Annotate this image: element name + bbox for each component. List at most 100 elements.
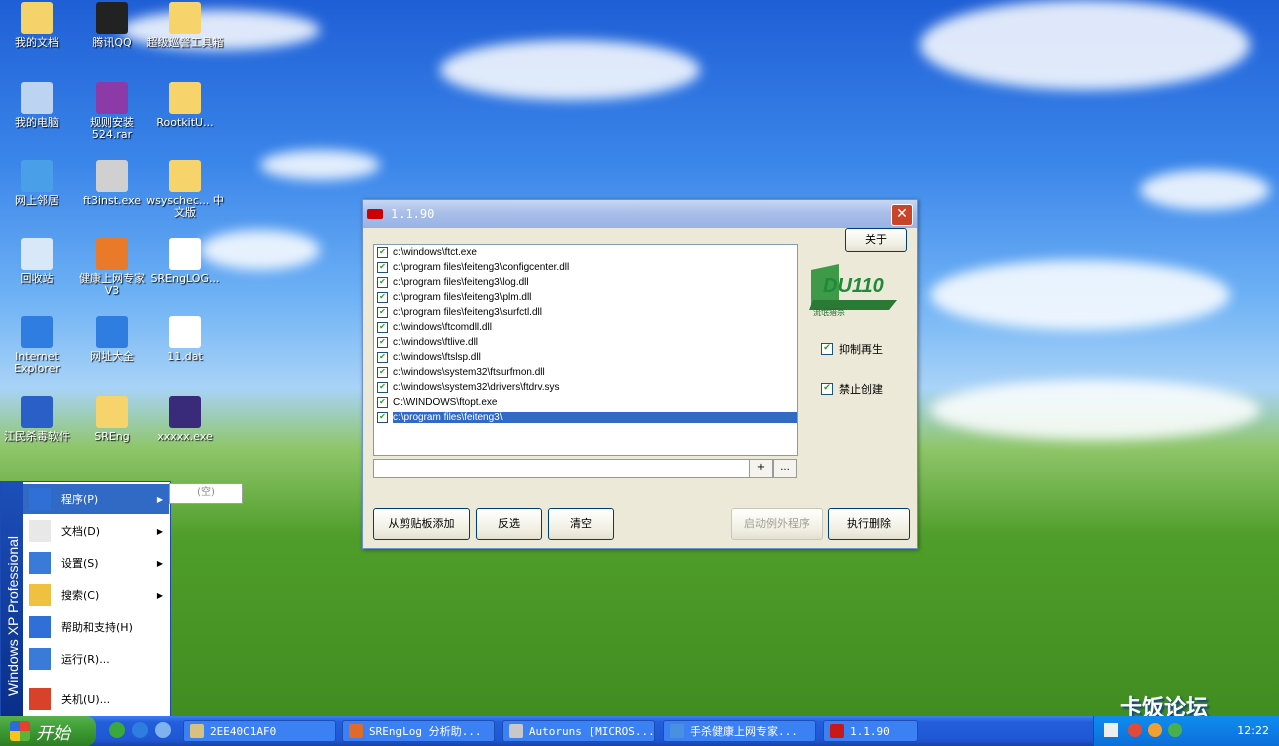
start-menu-item[interactable]: 运行(R)... <box>23 644 169 674</box>
desktop-icon[interactable]: 回收站 <box>0 238 77 285</box>
run-icon <box>29 648 51 670</box>
file-list-row[interactable]: ✔ c:\windows\ftcomdll.dll <box>374 320 797 335</box>
tray-app-icon[interactable] <box>1148 723 1162 737</box>
desktop-icon[interactable]: 规则安装524.rar <box>72 82 152 141</box>
taskbar-button-label: 2EE40C1AF0 <box>210 724 277 738</box>
file-list[interactable]: ✔ c:\windows\ftct.exe ✔ c:\program files\fe… <box>373 244 798 456</box>
option-suppress-regen[interactable]: ✔ 抑制再生 <box>821 341 883 357</box>
file-checkbox[interactable]: ✔ <box>377 352 388 363</box>
desktop-icon[interactable]: wsyschec... 中文版 <box>145 160 225 219</box>
documents-icon <box>29 520 51 542</box>
file-checkbox[interactable]: ✔ <box>377 397 388 408</box>
desktop-icon-label: SREng <box>94 430 130 443</box>
start-button[interactable]: 开始 <box>0 716 96 746</box>
forbid-create-checkbox[interactable]: ✔ <box>821 383 833 395</box>
start-menu-item-label: 帮助和支持(H) <box>61 621 133 634</box>
taskbar-button[interactable]: Autoruns [MICROS... <box>502 720 655 742</box>
file-path: c:\windows\ftcomdll.dll <box>393 322 492 333</box>
file-path: c:\windows\ftct.exe <box>393 247 477 258</box>
file-path: C:\WINDOWS\ftopt.exe <box>393 397 498 408</box>
file-checkbox[interactable]: ✔ <box>377 367 388 378</box>
start-exception-button[interactable]: 启动例外程序 <box>731 508 823 540</box>
path-input[interactable] <box>373 459 750 478</box>
file-list-row[interactable]: ✔ c:\program files\feiteng3\log.dll <box>374 275 797 290</box>
file-path: c:\windows\system32\drivers\ftdrv.sys <box>393 382 560 393</box>
desktop-icon[interactable]: 江民杀毒软件 <box>0 396 77 443</box>
ie-icon <box>96 316 128 348</box>
file-checkbox[interactable]: ✔ <box>377 292 388 303</box>
quicklaunch-ie-icon[interactable] <box>132 722 148 738</box>
desktop-icon[interactable]: 11.dat <box>145 316 225 363</box>
start-menu-item-label: 设置(S) <box>61 557 99 570</box>
about-button[interactable]: 关于 <box>845 228 907 252</box>
file-list-row[interactable]: ✔ c:\windows\system32\drivers\ftdrv.sys <box>374 380 797 395</box>
desktop-icon[interactable]: 健康上网专家V3 <box>72 238 152 297</box>
desktop-icon[interactable]: RootkitU... <box>145 82 225 129</box>
desktop-icon[interactable]: xxxxx.exe <box>145 396 225 443</box>
desktop-icon[interactable]: 腾讯QQ <box>72 2 152 49</box>
tray-app-icon[interactable] <box>1168 723 1182 737</box>
file-list-row[interactable]: ✔ c:\windows\ftslsp.dll <box>374 350 797 365</box>
add-from-clipboard-button[interactable]: 从剪贴板添加 <box>373 508 470 540</box>
tray-app-icon[interactable] <box>1128 723 1142 737</box>
file-list-row[interactable]: ✔ C:\WINDOWS\ftopt.exe <box>374 395 797 410</box>
file-list-row[interactable]: ✔ c:\program files\feiteng3\surfctl.dll <box>374 305 797 320</box>
file-list-row[interactable]: ✔ c:\windows\ftct.exe <box>374 245 797 260</box>
desktop-icon[interactable]: Internet Explorer <box>0 316 77 375</box>
keyboard-icon[interactable] <box>1104 723 1118 737</box>
quicklaunch-desktop-icon[interactable] <box>155 722 171 738</box>
ie-icon <box>21 316 53 348</box>
file-list-row[interactable]: ✔ c:\windows\ftlive.dll <box>374 335 797 350</box>
file-list-row[interactable]: ✔ c:\program files\feiteng3\plm.dll <box>374 290 797 305</box>
window-titlebar[interactable]: 1.1.90 <box>363 200 917 228</box>
desktop-icon[interactable]: SREng <box>72 396 152 443</box>
app-icon <box>367 209 383 219</box>
programs-submenu-empty[interactable]: (空) <box>169 483 243 504</box>
desktop-icon[interactable]: 我的文档 <box>0 2 77 49</box>
file-checkbox[interactable]: ✔ <box>377 307 388 318</box>
submenu-arrow-icon: ▶ <box>156 494 163 504</box>
start-menu-item[interactable]: 设置(S) ▶ <box>23 548 169 578</box>
file-checkbox[interactable]: ✔ <box>377 382 388 393</box>
desktop-icon[interactable]: 超级巡警工具箱 <box>145 2 225 49</box>
taskbar-button[interactable]: SREngLog 分析助... <box>342 720 495 742</box>
logo-subtext: 流氓猎杀 <box>813 307 845 316</box>
file-checkbox[interactable]: ✔ <box>377 412 388 423</box>
file-checkbox[interactable]: ✔ <box>377 337 388 348</box>
taskbar-app-icon <box>509 724 523 738</box>
suppress-regen-checkbox[interactable]: ✔ <box>821 343 833 355</box>
browse-button[interactable]: ... <box>773 459 797 478</box>
file-checkbox[interactable]: ✔ <box>377 322 388 333</box>
desktop-icon[interactable]: ft3inst.exe <box>72 160 152 207</box>
desktop-icon-label: SREngLOG... <box>150 272 220 285</box>
add-button[interactable]: + <box>749 459 773 478</box>
start-menu-item[interactable]: 文档(D) ▶ <box>23 516 169 546</box>
start-menu-item[interactable]: 搜索(C) ▶ <box>23 580 169 610</box>
file-list-row[interactable]: ✔ c:\program files\feiteng3\configcenter.… <box>374 260 797 275</box>
file-checkbox[interactable]: ✔ <box>377 247 388 258</box>
file-checkbox[interactable]: ✔ <box>377 277 388 288</box>
clear-button[interactable]: 清空 <box>548 508 614 540</box>
desktop-icon-label: ft3inst.exe <box>82 194 142 207</box>
file-list-row[interactable]: ✔ c:\windows\system32\ftsurfmon.dll <box>374 365 797 380</box>
option-forbid-create[interactable]: ✔ 禁止创建 <box>821 381 883 397</box>
taskbar-button[interactable]: 手杀健康上网专家... <box>663 720 816 742</box>
desktop-icon[interactable]: 我的电脑 <box>0 82 77 129</box>
desktop-icon[interactable]: SREngLOG... <box>145 238 225 285</box>
file-checkbox[interactable]: ✔ <box>377 262 388 273</box>
desktop-icon[interactable]: 网址大全 <box>72 316 152 363</box>
desktop-icon[interactable]: 网上邻居 <box>0 160 77 207</box>
invert-selection-button[interactable]: 反选 <box>476 508 542 540</box>
start-label: 开始 <box>36 723 70 744</box>
close-icon: ✕ <box>896 206 908 222</box>
taskbar-button[interactable]: 2EE40C1AF0 <box>183 720 336 742</box>
taskbar-button[interactable]: 1.1.90 <box>823 720 918 742</box>
start-menu-item[interactable]: 帮助和支持(H) <box>23 612 169 642</box>
start-menu-item[interactable]: 程序(P) ▶ <box>23 484 169 514</box>
execute-delete-button[interactable]: 执行删除 <box>828 508 910 540</box>
taskbar-button-label: Autoruns [MICROS... <box>528 724 654 738</box>
quicklaunch-browser-icon[interactable] <box>109 722 125 738</box>
start-menu-item[interactable]: 关机(U)... <box>23 684 169 714</box>
file-list-row[interactable]: ✔ c:\program files\feiteng3\ <box>374 410 797 425</box>
close-button[interactable]: ✕ <box>891 204 913 226</box>
